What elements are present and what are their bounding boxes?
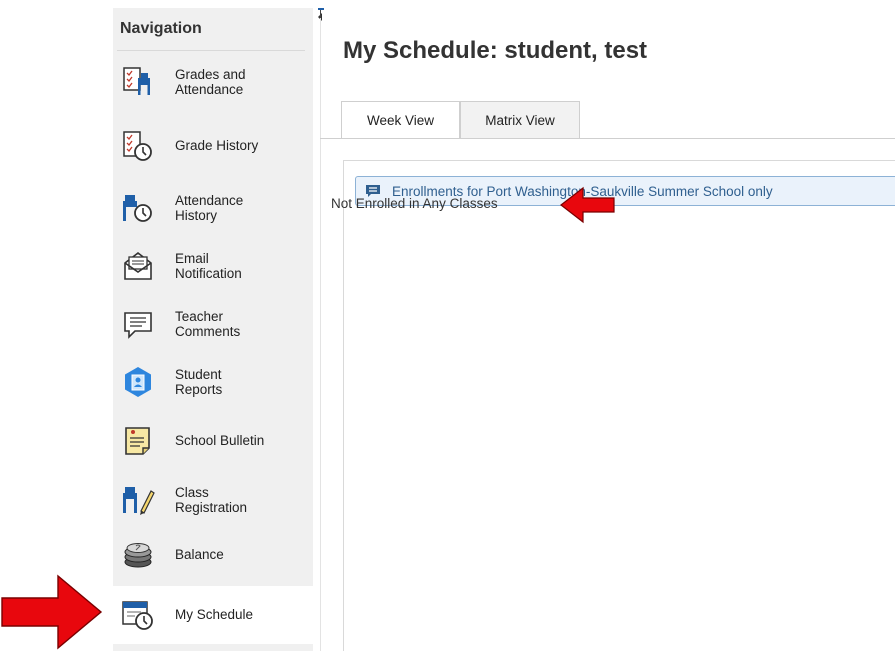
class-registration-icon <box>123 487 155 515</box>
not-enrolled-message: Not Enrolled in Any Classes <box>331 196 498 211</box>
attendance-history-icon <box>123 195 152 222</box>
annotation-arrow-left <box>560 186 615 224</box>
nav-item-label: Class Registration <box>175 485 248 515</box>
schedule-icon <box>122 601 153 630</box>
grades-attendance-icon <box>123 67 150 95</box>
nav-item-class-registration[interactable]: Class Registration <box>113 476 313 524</box>
nav-item-attendance-history[interactable]: Attendance History <box>113 184 313 232</box>
nav-item-school-bulletin[interactable]: School Bulletin <box>113 420 313 462</box>
nav-item-student-reports[interactable]: Student Reports <box>113 358 313 406</box>
comment-icon <box>124 312 152 339</box>
sidebar-divider <box>320 18 321 651</box>
nav-item-grades-attendance[interactable]: Grades and Attendance <box>113 58 313 106</box>
nav-item-label: My Schedule <box>175 607 254 622</box>
nav-item-my-schedule[interactable]: My Schedule <box>113 586 313 644</box>
nav-item-label: Balance <box>175 547 224 562</box>
tab-bar-divider <box>320 138 895 139</box>
nav-divider <box>117 50 305 51</box>
nav-item-email-notification[interactable]: Email Notification <box>113 242 313 290</box>
student-reports-icon <box>125 367 151 397</box>
nav-item-label: Grade History <box>175 138 259 153</box>
nav-item-label: Student Reports <box>175 367 223 397</box>
tab-matrix-view[interactable]: Matrix View <box>460 101 580 138</box>
nav-title: Navigation <box>120 20 202 37</box>
navigation-sidebar: Navigation Grades and Attendance Grade H… <box>113 8 313 651</box>
nav-item-teacher-comments[interactable]: Teacher Comments <box>113 300 313 348</box>
nav-item-label: Email Notification <box>175 251 242 281</box>
nav-item-label: Teacher Comments <box>175 309 241 339</box>
nav-item-label: Grades and Attendance <box>175 67 246 97</box>
coins-icon <box>124 543 152 568</box>
tab-week-view[interactable]: Week View <box>341 101 460 139</box>
email-icon <box>124 251 152 280</box>
nav-item-balance[interactable]: Balance <box>113 534 313 576</box>
nav-item-label: School Bulletin <box>175 433 265 448</box>
page-title: My Schedule: student, test <box>343 37 648 64</box>
schedule-panel <box>343 160 895 651</box>
nav-item-label: Attendance History <box>175 193 244 223</box>
annotation-arrow-right <box>1 574 103 650</box>
bulletin-icon <box>125 427 150 455</box>
grade-history-icon <box>123 131 152 161</box>
nav-item-grade-history[interactable]: Grade History <box>113 126 313 166</box>
